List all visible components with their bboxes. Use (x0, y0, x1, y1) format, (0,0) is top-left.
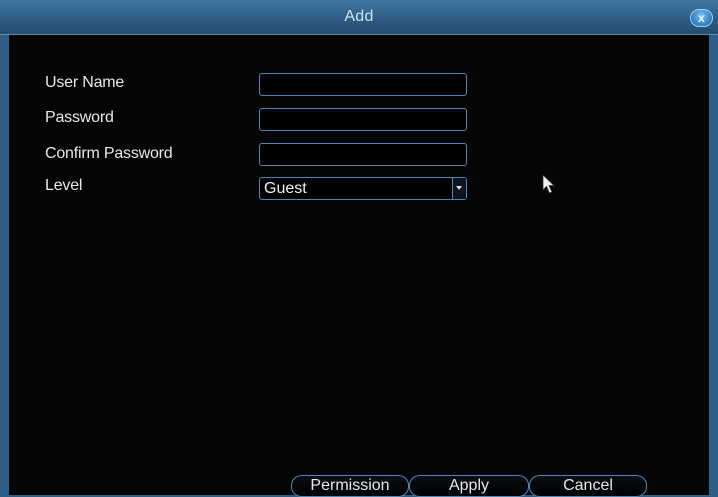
confirm-password-input[interactable] (259, 143, 467, 166)
cancel-button[interactable]: Cancel (529, 475, 647, 497)
title-bar: Add x (0, 0, 718, 35)
user-name-input[interactable] (259, 73, 467, 96)
user-name-label: User Name (45, 74, 125, 91)
chevron-down-icon[interactable] (452, 178, 466, 199)
add-user-dialog: Add x User Name Password Confirm Passwor… (0, 0, 718, 497)
level-label: Level (45, 177, 83, 194)
close-icon: x (698, 11, 705, 25)
level-selected-value: Guest (264, 180, 307, 197)
close-button[interactable]: x (690, 9, 713, 27)
level-select[interactable]: Guest (259, 177, 467, 200)
confirm-password-label: Confirm Password (45, 145, 173, 162)
mouse-pointer-icon (542, 174, 555, 194)
password-input[interactable] (259, 108, 467, 131)
permission-button[interactable]: Permission (291, 475, 409, 497)
apply-button[interactable]: Apply (409, 475, 529, 497)
password-label: Password (45, 109, 114, 126)
dialog-title: Add (344, 8, 374, 25)
